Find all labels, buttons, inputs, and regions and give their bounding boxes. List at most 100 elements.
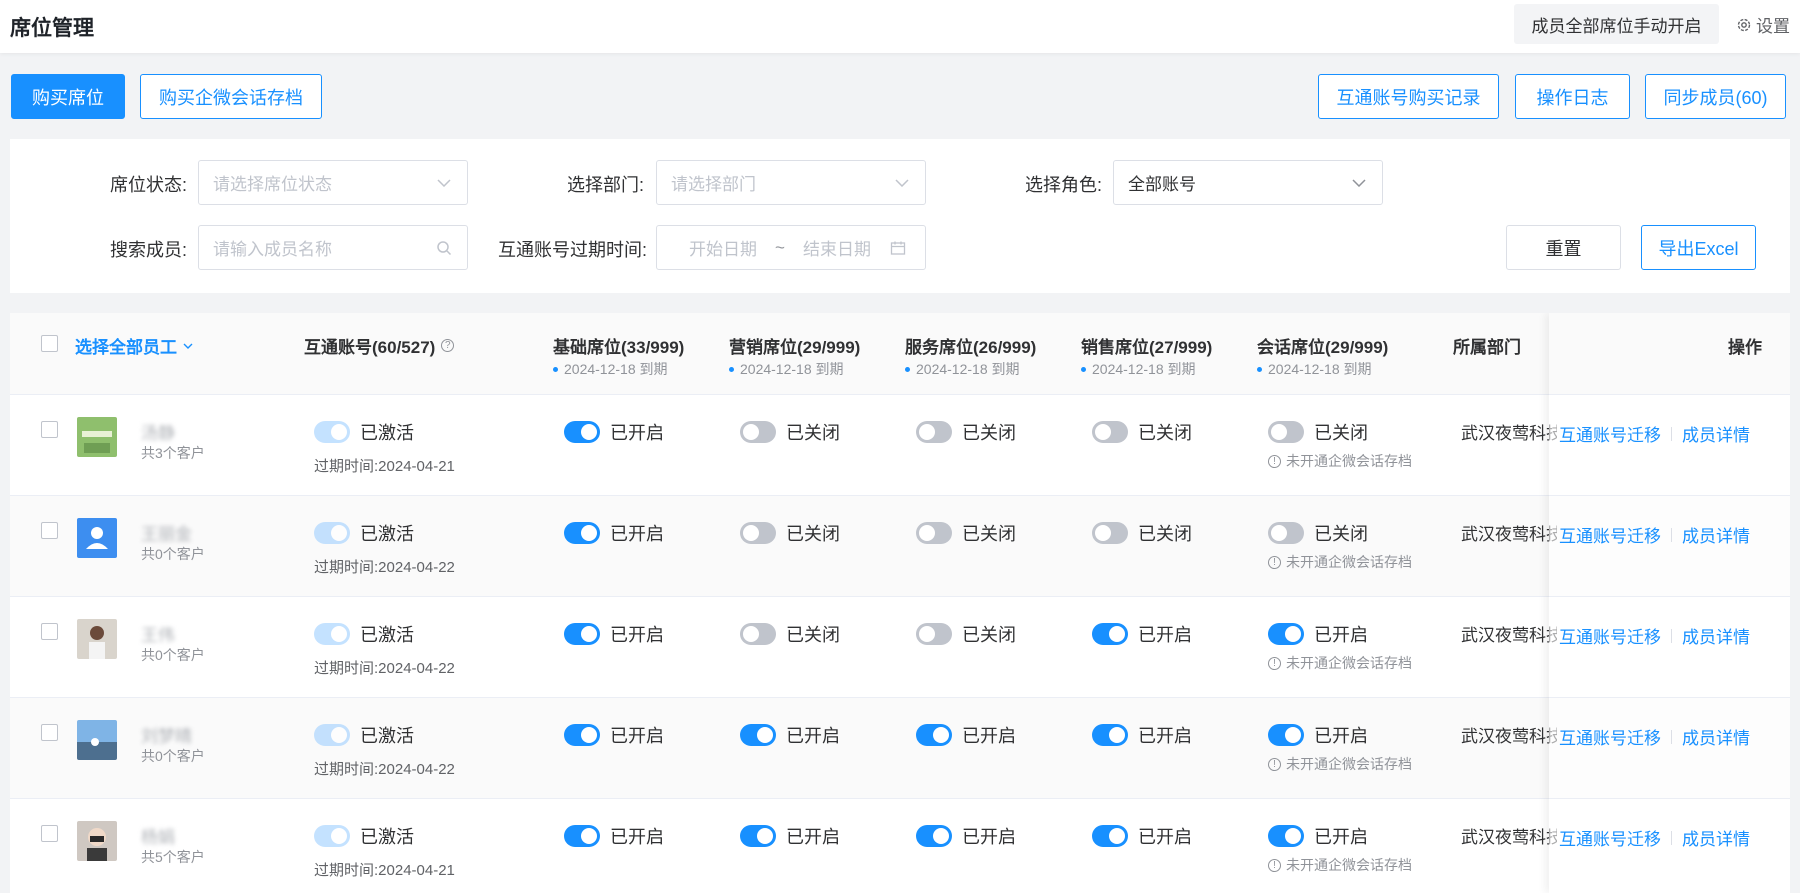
account-migrate-link[interactable]: 互通账号迁移 bbox=[1559, 421, 1661, 446]
seat-status-select[interactable]: 请选择席位状态 bbox=[198, 160, 468, 205]
basic-seat-text: 已开启 bbox=[610, 726, 664, 746]
marketing-seat-switch[interactable] bbox=[740, 623, 776, 645]
col-session-expire: 2024-12-18 到期 bbox=[1257, 359, 1372, 379]
sales-seat-switch[interactable] bbox=[1092, 825, 1128, 847]
sales-seat-switch[interactable] bbox=[1092, 724, 1128, 746]
row-checkbox[interactable] bbox=[41, 421, 58, 438]
ops-links: 互通账号迁移 成员详情 bbox=[1559, 421, 1750, 446]
member-detail-link[interactable]: 成员详情 bbox=[1682, 421, 1750, 446]
basic-seat-text: 已开启 bbox=[610, 827, 664, 847]
member-detail-link[interactable]: 成员详情 bbox=[1682, 724, 1750, 749]
chevron-down-icon bbox=[183, 343, 193, 349]
manual-open-all-button[interactable]: 成员全部席位手动开启 bbox=[1514, 4, 1719, 44]
buy-seat-button[interactable]: 购买席位 bbox=[11, 74, 125, 119]
ops-header: 操作 bbox=[1549, 313, 1790, 395]
marketing-seat: 已关闭 bbox=[740, 419, 840, 445]
role-label: 选择角色: bbox=[1025, 175, 1103, 195]
expire-time: 过期时间:2024-04-22 bbox=[314, 660, 455, 677]
row-checkbox[interactable] bbox=[41, 623, 58, 640]
marketing-seat: 已关闭 bbox=[740, 621, 840, 647]
dept-label: 选择部门: bbox=[567, 175, 645, 195]
service-seat-switch[interactable] bbox=[916, 421, 952, 443]
select-all-checkbox[interactable] bbox=[41, 335, 58, 352]
member-name: 王伟 bbox=[141, 626, 175, 645]
col-session-expire-text: 2024-12-18 到期 bbox=[1268, 361, 1372, 377]
marketing-seat: 已开启 bbox=[740, 722, 840, 748]
sales-seat-text: 已开启 bbox=[1138, 625, 1192, 645]
session-seat-switch[interactable] bbox=[1268, 522, 1304, 544]
archive-note-text: 未开通企微会话存档 bbox=[1286, 756, 1412, 772]
basic-seat-switch[interactable] bbox=[564, 421, 600, 443]
info-icon: ! bbox=[1268, 555, 1281, 569]
account-migrate-link[interactable]: 互通账号迁移 bbox=[1559, 522, 1661, 547]
service-seat-text: 已开启 bbox=[962, 827, 1016, 847]
member-customers: 共0个客户 bbox=[141, 546, 205, 562]
dot-icon bbox=[729, 366, 734, 372]
divider bbox=[1671, 628, 1672, 643]
service-seat-text: 已开启 bbox=[962, 726, 1016, 746]
account-migrate-link[interactable]: 互通账号迁移 bbox=[1559, 623, 1661, 648]
session-seat: 已开启 bbox=[1268, 621, 1368, 647]
sales-seat-switch[interactable] bbox=[1092, 623, 1128, 645]
member-detail-link[interactable]: 成员详情 bbox=[1682, 522, 1750, 547]
sales-seat-switch[interactable] bbox=[1092, 522, 1128, 544]
select-all-dropdown[interactable]: 选择全部员工 bbox=[75, 333, 193, 358]
row-checkbox[interactable] bbox=[41, 522, 58, 539]
table-row: 王丽金 共0个客户 已激活 过期时间:2024-04-22 已开启 已关闭 已关… bbox=[10, 496, 1790, 597]
row-checkbox[interactable] bbox=[41, 724, 58, 741]
service-seat: 已关闭 bbox=[916, 419, 1016, 445]
session-seat: 已关闭 bbox=[1268, 419, 1368, 445]
search-label: 搜索成员: bbox=[110, 240, 188, 260]
buy-archive-button[interactable]: 购买企微会话存档 bbox=[140, 74, 322, 119]
ops-row: 互通账号迁移 成员详情 bbox=[1549, 496, 1790, 597]
help-icon[interactable]: ? bbox=[441, 339, 455, 352]
role-select[interactable]: 全部账号 bbox=[1113, 160, 1383, 205]
marketing-seat-switch[interactable] bbox=[740, 724, 776, 746]
sales-seat: 已关闭 bbox=[1092, 520, 1192, 546]
expire-date-range[interactable]: 开始日期 ~ 结束日期 bbox=[656, 225, 926, 270]
col-service-expire-text: 2024-12-18 到期 bbox=[916, 361, 1020, 377]
basic-seat-switch[interactable] bbox=[564, 522, 600, 544]
basic-seat-switch[interactable] bbox=[564, 825, 600, 847]
account-migrate-link[interactable]: 互通账号迁移 bbox=[1559, 724, 1661, 749]
ops-links: 互通账号迁移 成员详情 bbox=[1559, 522, 1750, 547]
reset-button[interactable]: 重置 bbox=[1506, 225, 1621, 270]
dept-select[interactable]: 请选择部门 bbox=[656, 160, 926, 205]
account-status: 已激活 bbox=[314, 621, 414, 647]
member-detail-link[interactable]: 成员详情 bbox=[1682, 623, 1750, 648]
row-checkbox[interactable] bbox=[41, 825, 58, 842]
basic-seat-text: 已开启 bbox=[610, 423, 664, 443]
service-seat-switch[interactable] bbox=[916, 623, 952, 645]
end-date-placeholder: 结束日期 bbox=[802, 240, 871, 259]
session-seat-switch[interactable] bbox=[1268, 421, 1304, 443]
session-seat-switch[interactable] bbox=[1268, 724, 1304, 746]
account-status-text: 已激活 bbox=[360, 524, 414, 544]
marketing-seat-switch[interactable] bbox=[740, 421, 776, 443]
marketing-seat-switch[interactable] bbox=[740, 522, 776, 544]
member-detail-link[interactable]: 成员详情 bbox=[1682, 825, 1750, 850]
marketing-seat-switch[interactable] bbox=[740, 825, 776, 847]
purchase-records-button[interactable]: 互通账号购买记录 bbox=[1318, 74, 1499, 119]
account-status-text: 已激活 bbox=[360, 625, 414, 645]
sync-members-button[interactable]: 同步成员(60) bbox=[1645, 74, 1786, 119]
op-log-button[interactable]: 操作日志 bbox=[1515, 74, 1630, 119]
service-seat-switch[interactable] bbox=[916, 724, 952, 746]
basic-seat-text: 已开启 bbox=[610, 524, 664, 544]
service-seat-switch[interactable] bbox=[916, 522, 952, 544]
divider bbox=[1671, 830, 1672, 845]
sales-seat-switch[interactable] bbox=[1092, 421, 1128, 443]
col-basic-expire-text: 2024-12-18 到期 bbox=[564, 361, 668, 377]
session-seat: 已开启 bbox=[1268, 823, 1368, 849]
export-excel-button[interactable]: 导出Excel bbox=[1641, 225, 1756, 270]
session-seat-switch[interactable] bbox=[1268, 825, 1304, 847]
service-seat-switch[interactable] bbox=[916, 825, 952, 847]
expire-time: 过期时间:2024-04-21 bbox=[314, 862, 455, 879]
settings-button[interactable]: 设置 bbox=[1736, 12, 1790, 37]
account-migrate-link[interactable]: 互通账号迁移 bbox=[1559, 825, 1661, 850]
basic-seat-switch[interactable] bbox=[564, 724, 600, 746]
account-status-text: 已激活 bbox=[360, 726, 414, 746]
session-seat-switch[interactable] bbox=[1268, 623, 1304, 645]
search-input[interactable]: 请输入成员名称 bbox=[198, 225, 468, 270]
account-switch bbox=[314, 522, 350, 544]
basic-seat-switch[interactable] bbox=[564, 623, 600, 645]
